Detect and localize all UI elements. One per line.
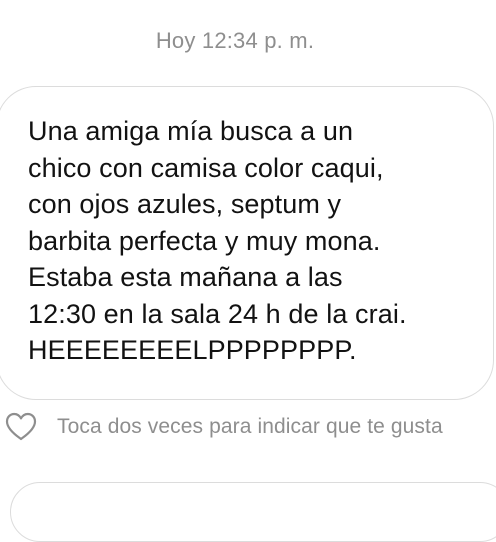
- message-timestamp: Hoy 12:34 p. m.: [155, 28, 315, 53]
- like-hint: Toca dos veces para indicar que te gusta: [57, 415, 443, 438]
- message-text: Una amiga mía busca a un chico con camis…: [28, 116, 407, 365]
- heart-icon[interactable]: [4, 410, 38, 444]
- next-message-bubble[interactable]: [10, 482, 496, 542]
- like-row: Toca dos veces para indicar que te gusta: [0, 408, 496, 448]
